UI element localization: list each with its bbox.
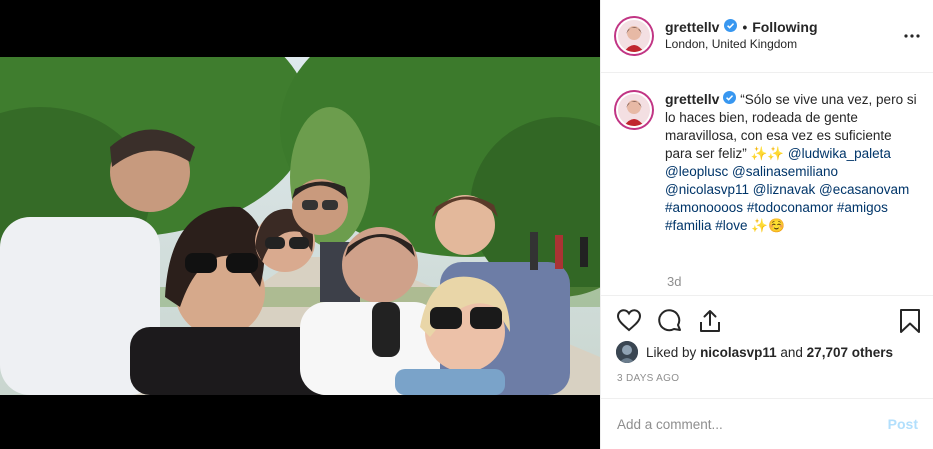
verified-badge-icon: [724, 19, 738, 36]
post-photo[interactable]: [0, 57, 600, 395]
verified-badge-icon: [723, 91, 737, 109]
heart-icon[interactable]: [616, 308, 642, 335]
likes-summary: Liked by nicolasvp11 and 27,707 others: [616, 341, 893, 363]
post-sidebar: grettellv • Following London, United Kin…: [600, 0, 933, 449]
liked-by-user[interactable]: nicolasvp11: [700, 345, 777, 360]
hashtag-link[interactable]: #amigos: [837, 200, 888, 215]
post-actions: [601, 295, 933, 347]
mention-link[interactable]: @liznavak: [753, 182, 815, 197]
share-icon[interactable]: [697, 308, 723, 337]
caption-text: grettellv “Sólo se vive una vez, pero si…: [665, 90, 920, 235]
post-comment-button[interactable]: Post: [888, 416, 918, 432]
likes-count-link[interactable]: 27,707 others: [807, 345, 893, 360]
caption-timestamp[interactable]: 3d: [667, 274, 681, 289]
mention-link[interactable]: @salinasemiliano: [732, 164, 838, 179]
comment-input[interactable]: [617, 416, 888, 432]
comment-box: Post: [601, 398, 933, 449]
comment-icon[interactable]: [657, 308, 683, 337]
caption-end-emoji: ✨☺️: [751, 218, 785, 234]
post-header: grettellv • Following London, United Kin…: [601, 0, 933, 73]
liked-by-and: and: [780, 344, 803, 360]
caption-author-avatar[interactable]: [614, 90, 654, 130]
mention-link[interactable]: @ludwika_paleta: [788, 146, 891, 161]
author-avatar[interactable]: [614, 16, 654, 56]
mention-link[interactable]: @leoplusc: [665, 164, 728, 179]
post-caption: grettellv “Sólo se vive una vez, pero si…: [614, 90, 924, 235]
following-button[interactable]: Following: [752, 19, 817, 36]
separator-dot: •: [742, 20, 748, 35]
liker-avatar[interactable]: [616, 341, 638, 363]
mention-link[interactable]: @ecasanovam: [819, 182, 909, 197]
mention-link[interactable]: @nicolasvp11: [665, 182, 749, 197]
more-options-icon[interactable]: [904, 26, 920, 41]
liked-by-prefix: Liked by: [646, 344, 697, 360]
caption-username[interactable]: grettellv: [665, 91, 719, 107]
post-media: [0, 0, 600, 449]
post-location[interactable]: London, United Kingdom: [665, 36, 818, 53]
bookmark-icon[interactable]: [899, 308, 921, 337]
hashtag-link[interactable]: #love: [715, 218, 747, 233]
author-username[interactable]: grettellv: [665, 19, 719, 36]
hashtag-link[interactable]: #todoconamor: [747, 200, 833, 215]
hashtag-link[interactable]: #amonoooos: [665, 200, 743, 215]
hashtag-link[interactable]: #familia: [665, 218, 712, 233]
post-time-ago[interactable]: 3 DAYS AGO: [617, 373, 679, 384]
